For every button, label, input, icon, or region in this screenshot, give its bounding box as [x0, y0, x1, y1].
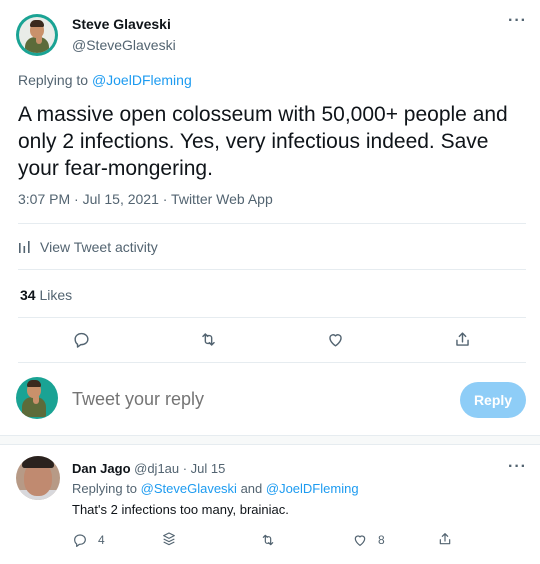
reply-submit-button[interactable]: Reply — [460, 382, 526, 418]
reply-mention-2[interactable]: @JoelDFleming — [266, 481, 359, 496]
like-icon — [328, 333, 342, 347]
tweet-text: A massive open colosseum with 50,000+ pe… — [18, 103, 508, 180]
my-avatar — [16, 377, 58, 419]
divider — [18, 269, 526, 270]
reply-like-button[interactable]: 8 — [352, 532, 385, 548]
reply-author-name[interactable]: Dan Jago — [72, 461, 131, 476]
reply-reply-button[interactable]: 4 — [72, 532, 105, 548]
likes-stat[interactable]: 34 Likes — [20, 287, 72, 303]
divider — [18, 362, 526, 363]
retweet-button[interactable] — [193, 324, 223, 354]
reply-more-icon[interactable]: ··· — [508, 458, 527, 476]
reply-input[interactable] — [72, 389, 442, 410]
stack-icon — [163, 532, 175, 546]
reply-author-avatar[interactable] — [16, 456, 60, 500]
reply-handle-time: @dj1au · Jul 15 — [130, 461, 226, 476]
reply-share-button[interactable] — [437, 531, 453, 547]
more-icon[interactable]: ··· — [508, 12, 527, 30]
reply-like-count: 8 — [378, 533, 385, 547]
activity-label: View Tweet activity — [40, 239, 158, 255]
share-button[interactable] — [447, 324, 477, 354]
reply-replying-prefix: Replying to — [72, 481, 141, 496]
likes-label: Likes — [35, 287, 73, 303]
replying-to: Replying to @JoelDFleming — [18, 72, 192, 88]
reply-icon — [73, 332, 89, 348]
reply-stack-button[interactable] — [161, 531, 177, 547]
reply-author-line[interactable]: Dan Jago @dj1au · Jul 15 — [72, 461, 225, 476]
share-icon — [455, 331, 469, 346]
like-button[interactable] — [320, 324, 350, 354]
reply-mention-1[interactable]: @SteveGlaveski — [141, 481, 237, 496]
reply-retweet-button[interactable] — [260, 532, 276, 548]
reply-icon — [74, 534, 86, 547]
reply-and: and — [236, 481, 266, 496]
author-name[interactable]: Steve Glaveski — [72, 16, 171, 32]
reply-replying-to: Replying to @SteveGlaveski and @JoelDFle… — [72, 481, 359, 496]
section-gap — [0, 435, 540, 445]
tweet-meta[interactable]: 3:07 PM · Jul 15, 2021 · Twitter Web App — [18, 191, 273, 207]
like-icon — [354, 535, 366, 546]
replying-prefix: Replying to — [18, 72, 92, 88]
reply-text: That's 2 infections too many, brainiac. — [72, 502, 289, 517]
divider — [18, 223, 526, 224]
retweet-icon — [262, 534, 274, 546]
likes-count: 34 — [20, 287, 36, 303]
reply-count: 4 — [98, 533, 105, 547]
author-avatar[interactable] — [16, 14, 58, 56]
retweet-icon — [201, 332, 215, 346]
view-activity-link[interactable]: View Tweet activity — [18, 239, 158, 255]
reply-button[interactable] — [66, 324, 96, 354]
divider — [18, 317, 526, 318]
activity-icon — [19, 241, 30, 253]
author-handle[interactable]: @SteveGlaveski — [72, 37, 176, 53]
share-icon — [439, 533, 451, 545]
replying-to-link[interactable]: @JoelDFleming — [92, 72, 192, 88]
